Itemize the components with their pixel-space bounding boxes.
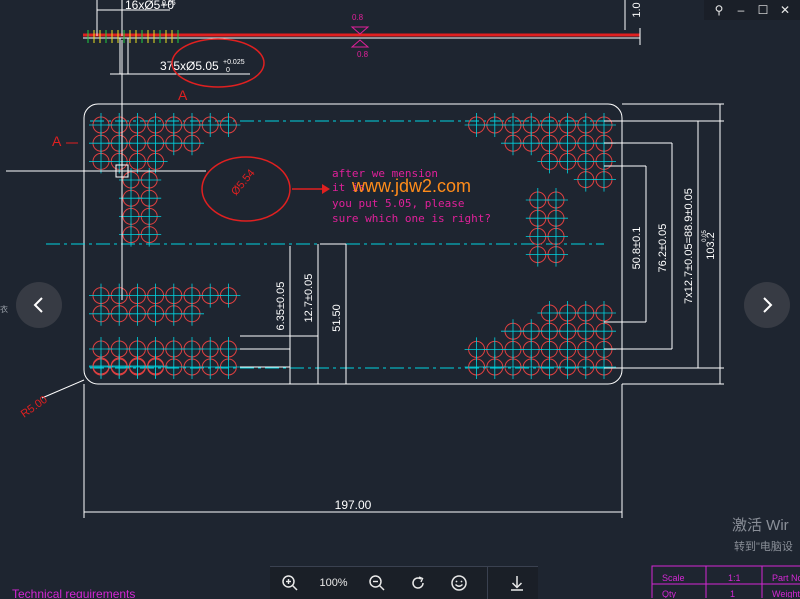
dim-hole-tol-upper: +0.025 [223,59,245,66]
dim-hole-tol-lower: 0 [226,67,230,74]
section-label-a-side: A [52,133,62,149]
dim-12-7: 12.7±0.05 [303,274,315,323]
dim-width: 197.00 [335,498,372,512]
title-block-scale-label: Scale [662,573,685,583]
redline-circle-diameter [201,156,291,222]
viewer-toolbar: 100% [270,566,538,599]
image-viewer: Scale 1:1 Part No Qty 1 Weight Technical requi… [0,0,800,599]
section-label-a: A [178,87,188,103]
rotate-icon[interactable] [406,571,430,595]
dim-circled-diameter: Ø5.54 [229,167,257,198]
cad-drawing: Scale 1:1 Part No Qty 1 Weight Technical requi… [6,0,800,598]
zoom-in-icon[interactable] [278,571,302,595]
surface-finish-top: 0.8 [352,13,364,22]
surface-finish-bottom: 0.8 [357,50,369,59]
dim-top-tol: 0.05 [162,0,176,7]
dim-88-9: 7x12.7±0.05=88.9±0.05 [683,188,695,304]
download-icon[interactable] [505,571,529,595]
redline-arrow-head [322,184,330,194]
dim-50-8: 50.8±0.1 [631,227,643,270]
previous-image-button[interactable] [16,282,62,328]
note-line-4: sure which one is right? [332,212,491,225]
title-block-qty-value: 1 [730,589,735,598]
surface-finish-symbol-bottom [350,39,370,48]
side-mark: 衣 [0,305,8,314]
zoom-level: 100% [319,577,348,589]
toolbar-divider [487,567,489,599]
smiley-icon[interactable] [447,571,471,595]
title-block-part-label: Part No [772,573,800,583]
window-controls: ⚲ – ☐ ✕ [704,0,800,20]
title-block-weight-label: Weight [772,589,800,598]
os-activation-watermark-sub: 转到"电脑设 [734,541,793,553]
pin-icon[interactable]: ⚲ [710,3,728,17]
title-block-scale-value: 1:1 [728,573,741,583]
dim-thickness: 1.0 [631,2,643,17]
site-watermark: www.jdw2.com [351,176,471,196]
dim-103-2-tol: 0.05 [702,230,708,242]
title-block-qty-label: Qty [662,589,677,598]
maximize-icon[interactable]: ☐ [754,3,772,17]
note-line-3: you put 5.05, please [332,197,464,210]
dim-radius: R5.00 [19,394,50,421]
dim-hole-count: 375xØ5.05 [160,59,219,73]
dim-6-35: 6.35±0.05 [275,282,287,331]
chevron-right-icon [763,297,773,313]
next-image-button[interactable] [744,282,790,328]
dim-leader [41,379,85,399]
os-activation-watermark: 激活 Wir [732,517,789,534]
surface-finish-symbol-top [350,26,370,35]
technical-requirements-heading: Technical requirements [12,587,135,598]
dim-51-50: 51.50 [331,304,343,332]
dim-76-2: 76.2±0.05 [657,224,669,273]
zoom-out-icon[interactable] [365,571,389,595]
chevron-left-icon [33,297,43,313]
minimize-icon[interactable]: – [732,3,750,17]
close-icon[interactable]: ✕ [776,3,794,17]
